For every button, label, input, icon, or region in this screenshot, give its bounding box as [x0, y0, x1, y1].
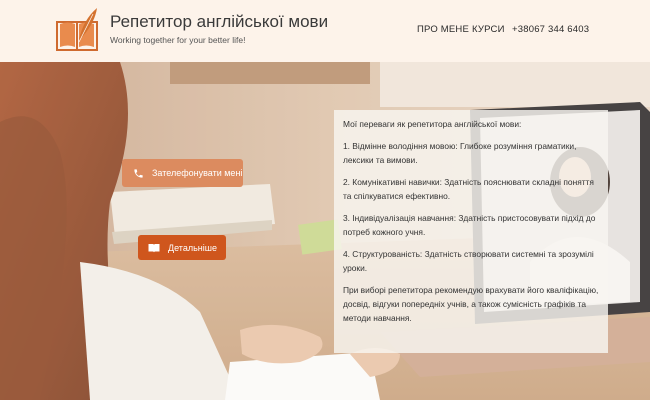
advantages-heading: Мої переваги як репетитора англійської м… [343, 119, 522, 129]
book-quill-logo-icon[interactable] [53, 6, 103, 54]
advantage-item: 3. Індивідуалізація навчання: Здатність … [343, 213, 596, 237]
advantages-closing: При виборі репетитора рекомендую врахува… [343, 285, 599, 323]
call-me-label: Зателефонувати мені [152, 168, 243, 178]
more-details-button[interactable]: Детальніше [138, 235, 226, 260]
advantage-item: 2. Комунікативні навички: Здатність пояс… [343, 177, 594, 201]
more-details-label: Детальніше [168, 242, 217, 253]
advantage-item: 4. Структурованість: Здатність створюват… [343, 249, 594, 273]
site-title[interactable]: Репетитор англійської мови [110, 12, 328, 32]
nav-item-about[interactable]: ПРО МЕНЕ [417, 24, 469, 35]
advantages-panel: Мої переваги як репетитора англійської м… [334, 110, 608, 353]
hero-section: Зателефонувати мені Детальніше Мої перев… [0, 62, 650, 400]
site-header: Репетитор англійської мови Working toget… [0, 0, 650, 62]
book-icon [148, 242, 160, 254]
advantage-item: 1. Відмінне володіння мовою: Глибоке роз… [343, 141, 577, 165]
call-me-button[interactable]: Зателефонувати мені [122, 159, 243, 187]
nav-item-phone[interactable]: +38067 344 6403 [512, 24, 589, 35]
phone-icon [132, 167, 144, 179]
site-tagline: Working together for your better life! [110, 35, 246, 45]
nav-item-courses[interactable]: КУРСИ [472, 24, 505, 35]
